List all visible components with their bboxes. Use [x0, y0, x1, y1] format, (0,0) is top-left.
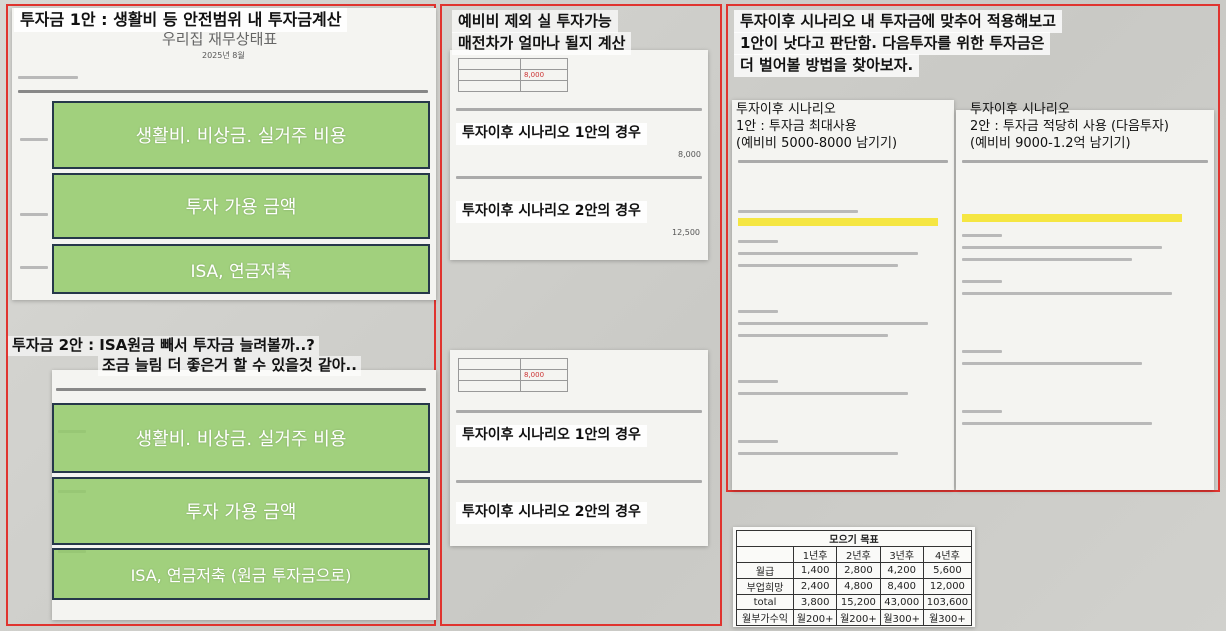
- table-cell: 1,400: [792, 562, 838, 579]
- plan2-title-line2: 2안 : 투자금 적당히 사용 (다음투자): [970, 119, 1169, 134]
- table-header-cell: 3년후: [879, 546, 924, 563]
- table-row: total 3,800 15,200 43,000 103,600: [736, 594, 973, 610]
- review-caption-line2: 1안이 낫다고 판단함. 다음투자를 위한 투자금은: [734, 32, 1051, 55]
- table-cell: 43,000: [879, 594, 924, 610]
- table-header-row: 1년후 2년후 3년후 4년후: [736, 546, 973, 563]
- calc-paper-top: 8,000 8,000 12,500: [450, 50, 708, 260]
- calc-caption-line2: 매전차가 얼마나 될지 계산: [452, 32, 632, 55]
- table-cell: 2,400: [792, 578, 838, 595]
- plan2-title-line3: (예비비 9000-1.2억 남기기): [970, 136, 1131, 151]
- scenario1-label-top: 투자이후 시나리오 1안의 경우: [456, 123, 647, 145]
- table-row: 월급 1,400 2,800 4,200 5,600: [736, 562, 973, 579]
- table-cell: 2,800: [836, 562, 881, 579]
- band-living-expenses-2: 생활비. 비상금. 실거주 비용: [52, 403, 430, 473]
- table-cell: 월200+: [836, 609, 881, 626]
- plan1-title-line1: 투자이후 시나리오: [736, 102, 836, 117]
- table-header-cell: 2년후: [836, 546, 881, 563]
- table-cell: total: [736, 594, 794, 610]
- sheet-date: 2025년 8월: [202, 51, 245, 60]
- table-cell: 월300+: [879, 609, 924, 626]
- scenario2-paper: [956, 110, 1214, 490]
- band-isa-pension: ISA, 연금저축: [52, 244, 430, 294]
- calc-top-value: 8,000: [520, 69, 568, 81]
- table-cell: 3,800: [792, 594, 838, 610]
- table-header-cell: 1년후: [792, 546, 838, 563]
- plan2-caption-line2: 조금 늘림 더 좋은거 할 수 있을것 같아..: [98, 356, 361, 376]
- table-cell: 월200+: [792, 609, 838, 626]
- band-isa-pension-principal: ISA, 연금저축 (원금 투자금으로): [52, 548, 430, 600]
- calc-value-2: 8,000: [678, 150, 701, 159]
- scenario1-paper: [732, 100, 954, 490]
- calc-bottom-value: 8,000: [520, 369, 568, 381]
- plan2-title-line1: 투자이후 시나리오: [970, 102, 1070, 117]
- band-investable-amount-2: 투자 가용 금액: [52, 477, 430, 545]
- plan2-caption-line1: 투자금 2안 : ISA원금 빼서 투자금 늘려볼까..?: [8, 336, 319, 356]
- band-living-expenses: 생활비. 비상금. 실거주 비용: [52, 101, 430, 169]
- table-cell: 12,000: [922, 578, 973, 595]
- table-cell: 4,200: [879, 562, 924, 579]
- savings-goal-title: 모으기 목표: [736, 530, 972, 547]
- savings-goal-table: 모으기 목표 1년후 2년후 3년후 4년후 월급 1,400 2,800 4,…: [736, 530, 973, 626]
- table-row: 월부가수익 월200+ 월200+ 월300+ 월300+: [736, 609, 973, 626]
- table-cell: 월부가수익: [736, 609, 794, 626]
- table-header-cell: [736, 546, 794, 563]
- table-cell: 5,600: [922, 562, 973, 579]
- scenario2-label-top: 투자이후 시나리오 2안의 경우: [456, 201, 647, 223]
- table-cell: 15,200: [836, 594, 881, 610]
- band-investable-amount: 투자 가용 금액: [52, 173, 430, 239]
- savings-goal-card: 모으기 목표 1년후 2년후 3년후 4년후 월급 1,400 2,800 4,…: [733, 527, 975, 627]
- table-cell: 월300+: [922, 609, 973, 626]
- table-cell: 103,600: [922, 594, 973, 610]
- plan1-title-line2: 1안 : 투자금 최대사용: [736, 119, 857, 134]
- plan1-title-line3: (예비비 5000-8000 남기기): [736, 136, 898, 151]
- table-row: 부업희망 2,400 4,800 8,400 12,000: [736, 578, 973, 595]
- table-cell: 4,800: [836, 578, 881, 595]
- calc-value-3: 12,500: [672, 228, 700, 237]
- plan1-caption: 투자금 1안 : 생활비 등 안전범위 내 투자금계산: [14, 8, 348, 32]
- calc-caption-line1: 예비비 제외 실 투자가능: [452, 10, 618, 33]
- scenario2-label-bottom: 투자이후 시나리오 2안의 경우: [456, 502, 647, 524]
- table-cell: 8,400: [879, 578, 924, 595]
- scenario1-label-bottom: 투자이후 시나리오 1안의 경우: [456, 425, 647, 447]
- table-header-cell: 4년후: [922, 546, 973, 563]
- review-caption-line3: 더 벌어볼 방법을 찾아보자.: [734, 54, 920, 77]
- table-cell: 월급: [736, 562, 794, 579]
- review-caption-line1: 투자이후 시나리오 내 투자금에 맞추어 적용해보고: [734, 10, 1062, 33]
- table-cell: 부업희망: [736, 578, 794, 595]
